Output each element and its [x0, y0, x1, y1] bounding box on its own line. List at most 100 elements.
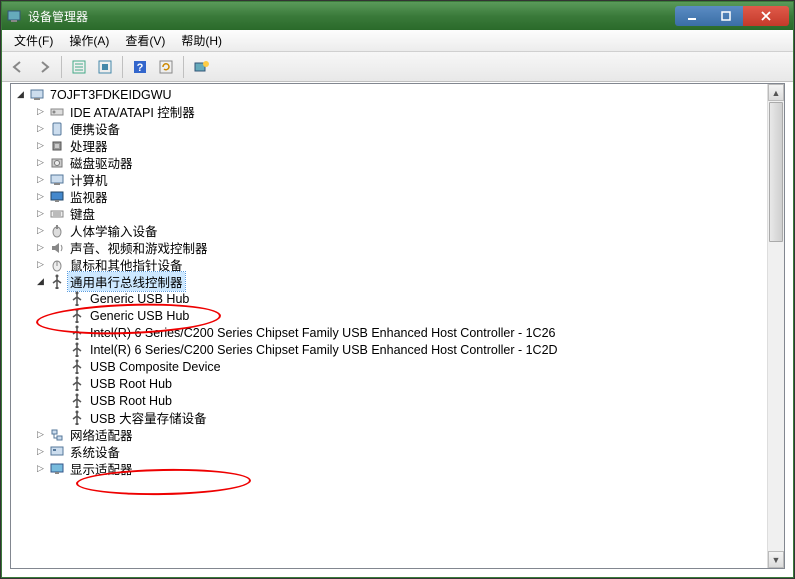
monitor-icon	[49, 189, 65, 205]
expander-icon[interactable]: ▷	[35, 123, 46, 134]
expander-icon[interactable]: ◢	[35, 276, 46, 287]
tree-item-label: USB Root Hub	[88, 394, 174, 408]
tree-item-sound[interactable]: ▷声音、视频和游戏控制器	[11, 239, 784, 256]
help-button[interactable]: ?	[128, 55, 152, 79]
tree-item-processor[interactable]: ▷处理器	[11, 137, 784, 154]
toolbar-separator	[183, 56, 184, 78]
expander-spacer	[55, 310, 66, 321]
expander-spacer	[55, 327, 66, 338]
expander-icon[interactable]: ▷	[35, 429, 46, 440]
menu-view[interactable]: 查看(V)	[117, 30, 173, 51]
display-icon	[49, 461, 65, 477]
expander-icon[interactable]: ▷	[35, 191, 46, 202]
tree-item-label: Generic USB Hub	[88, 292, 191, 306]
window-title: 设备管理器	[28, 8, 675, 25]
sound-icon	[49, 240, 65, 256]
tree-item-portable[interactable]: ▷便携设备	[11, 120, 784, 137]
tree-item-disk[interactable]: ▷磁盘驱动器	[11, 154, 784, 171]
close-button[interactable]	[743, 6, 789, 26]
tree-item-ide[interactable]: ▷IDE ATA/ATAPI 控制器	[11, 103, 784, 120]
expander-icon[interactable]: ▷	[35, 174, 46, 185]
cpu-icon	[49, 138, 65, 154]
usbdev-icon	[69, 342, 85, 358]
tree-item-usb1[interactable]: Generic USB Hub	[11, 307, 784, 324]
tree-item-monitor[interactable]: ▷监视器	[11, 188, 784, 205]
tree-item-usb6[interactable]: USB Root Hub	[11, 392, 784, 409]
usbdev-icon	[69, 325, 85, 341]
menu-file[interactable]: 文件(F)	[6, 30, 61, 51]
usbdev-icon	[69, 308, 85, 324]
tree-item-usb0[interactable]: Generic USB Hub	[11, 290, 784, 307]
menu-action[interactable]: 操作(A)	[61, 30, 117, 51]
tree-item-usb5[interactable]: USB Root Hub	[11, 375, 784, 392]
tree-item-hid[interactable]: ▷人体学输入设备	[11, 222, 784, 239]
scroll-down-button[interactable]: ▼	[768, 551, 784, 568]
tree-item-mouse[interactable]: ▷鼠标和其他指针设备	[11, 256, 784, 273]
expander-icon[interactable]: ▷	[35, 463, 46, 474]
disk-icon	[49, 155, 65, 171]
tree-item-system[interactable]: ▷系统设备	[11, 443, 784, 460]
expander-icon[interactable]: ▷	[35, 446, 46, 457]
computer-icon	[29, 87, 45, 103]
usbdev-icon	[69, 410, 85, 426]
mouse-icon	[49, 257, 65, 273]
expander-icon[interactable]: ▷	[35, 242, 46, 253]
expander-spacer	[55, 395, 66, 406]
app-icon	[6, 8, 22, 24]
tree-item-usb4[interactable]: USB Composite Device	[11, 358, 784, 375]
computer-icon	[49, 172, 65, 188]
usb-icon	[49, 274, 65, 290]
forward-button[interactable]	[32, 55, 56, 79]
scan-button[interactable]	[93, 55, 117, 79]
refresh-button[interactable]	[154, 55, 178, 79]
tree-item-display[interactable]: ▷ 显示适配器	[11, 460, 784, 477]
tree-item-label: 通用串行总线控制器	[68, 272, 185, 291]
tree-root[interactable]: ◢7OJFT3FDKEIDGWU	[11, 86, 784, 103]
titlebar[interactable]: 设备管理器	[2, 2, 793, 30]
usbdev-icon	[69, 359, 85, 375]
expander-icon[interactable]: ▷	[35, 140, 46, 151]
toolbar-separator	[61, 56, 62, 78]
tree-item-label: 显示适配器	[68, 459, 135, 478]
hid-icon	[49, 223, 65, 239]
tree-item-usb2[interactable]: Intel(R) 6 Series/C200 Series Chipset Fa…	[11, 324, 784, 341]
toolbar-separator	[122, 56, 123, 78]
minimize-button[interactable]	[675, 6, 709, 26]
tree-item-label: Generic USB Hub	[88, 309, 191, 323]
tree-item-network[interactable]: ▷网络适配器	[11, 426, 784, 443]
tree-item-keyboard[interactable]: ▷键盘	[11, 205, 784, 222]
usbdev-icon	[69, 376, 85, 392]
expander-icon[interactable]: ▷	[35, 157, 46, 168]
device-tree[interactable]: ◢7OJFT3FDKEIDGWU▷IDE ATA/ATAPI 控制器▷便携设备▷…	[11, 84, 784, 568]
tree-container: ◢7OJFT3FDKEIDGWU▷IDE ATA/ATAPI 控制器▷便携设备▷…	[10, 83, 785, 569]
expander-icon[interactable]: ▷	[35, 225, 46, 236]
tree-item-usb3[interactable]: Intel(R) 6 Series/C200 Series Chipset Fa…	[11, 341, 784, 358]
device-manager-window: 设备管理器 文件(F) 操作(A) 查看(V) 帮助(H) ? ◢7OJFT3F…	[1, 1, 794, 578]
scrollbar-vertical[interactable]: ▲ ▼	[767, 84, 784, 568]
menubar: 文件(F) 操作(A) 查看(V) 帮助(H)	[2, 30, 793, 52]
scroll-up-button[interactable]: ▲	[768, 84, 784, 101]
network-icon	[49, 427, 65, 443]
maximize-button[interactable]	[709, 6, 743, 26]
console-button[interactable]	[189, 55, 213, 79]
expander-icon[interactable]: ▷	[35, 259, 46, 270]
scroll-thumb[interactable]	[769, 102, 783, 242]
back-button[interactable]	[6, 55, 30, 79]
expander-spacer	[55, 378, 66, 389]
system-icon	[49, 444, 65, 460]
expander-spacer	[55, 361, 66, 372]
menu-help[interactable]: 帮助(H)	[173, 30, 230, 51]
tree-item-usb7[interactable]: USB 大容量存储设备	[11, 409, 784, 426]
tree-item-label: USB Composite Device	[88, 360, 223, 374]
usbdev-icon	[69, 291, 85, 307]
tree-item-label: Intel(R) 6 Series/C200 Series Chipset Fa…	[88, 326, 557, 340]
svg-text:?: ?	[137, 62, 144, 74]
expander-icon[interactable]: ▷	[35, 106, 46, 117]
toolbar: ?	[2, 52, 793, 82]
properties-button[interactable]	[67, 55, 91, 79]
expander-icon[interactable]: ◢	[15, 89, 26, 100]
tree-item-usb[interactable]: ◢ 通用串行总线控制器	[11, 273, 784, 290]
expander-spacer	[55, 293, 66, 304]
tree-item-computer[interactable]: ▷计算机	[11, 171, 784, 188]
expander-icon[interactable]: ▷	[35, 208, 46, 219]
